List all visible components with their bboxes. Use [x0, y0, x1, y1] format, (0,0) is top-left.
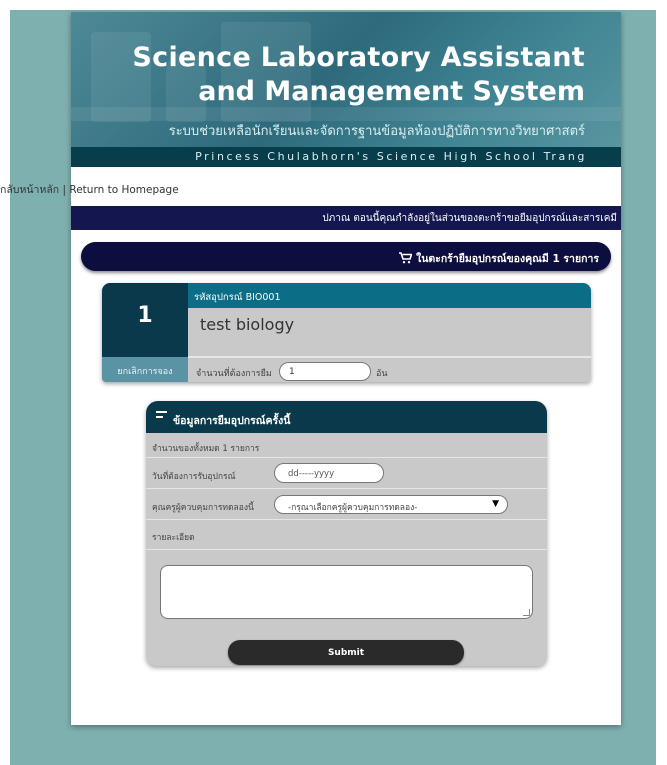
school-bar: Princess Chulabhorn's Science High Schoo… — [71, 147, 621, 167]
cancel-reservation-button[interactable]: ยกเลิกการจอง — [102, 357, 188, 382]
divider — [188, 356, 591, 358]
item-index-box: 1 — [102, 283, 188, 357]
quantity-input[interactable] — [279, 362, 371, 381]
school-name: Princess Chulabhorn's Science High Schoo… — [195, 150, 587, 163]
home-link-thai[interactable]: กลับหน้าหลัก — [0, 184, 59, 196]
chevron-down-icon: ▼ — [492, 499, 499, 509]
main-panel: Science Laboratory Assistant and Managem… — [0, 12, 621, 725]
page-title-line1: Science Laboratory Assistant — [132, 42, 585, 73]
item-name: test biology — [200, 315, 295, 334]
page-subtitle-thai: ระบบช่วยเหลือนักเรียนและจัดการฐานข้อมูลห… — [168, 124, 585, 139]
submit-row: Submit — [146, 625, 547, 666]
breadcrumb-separator: | — [59, 184, 70, 196]
page-title-line2: and Management System — [198, 76, 585, 107]
item-index: 1 — [137, 303, 153, 328]
cart-summary-content: ในตะกร้ายืมอุปกรณ์ของคุณมี 1 รายการ — [399, 250, 599, 267]
banner-decoration — [71, 107, 621, 121]
teacher-selected-value: -กรุณาเลือกครูผู้ควบคุมการทดลอง- — [288, 503, 418, 513]
detail-label: รายละเอียด — [152, 533, 195, 543]
cart-summary: ในตะกร้ายืมอุปกรณ์ของคุณมี 1 รายการ — [81, 242, 611, 271]
total-row: จำนวนของทั้งหมด 1 รายการ — [146, 433, 547, 458]
borrow-info-title: ข้อมูลการยืมอุปกรณ์ครั้งนี้ — [173, 415, 291, 427]
item-code-bar: รหัสอุปกรณ์ BIO001 — [188, 283, 591, 308]
detail-row: รายละเอียด — [146, 520, 547, 550]
teacher-label: คุณครูผู้ควบคุมการทดลองนี้ — [152, 503, 254, 513]
resize-handle-icon[interactable] — [523, 609, 530, 616]
total-items-text: จำนวนของทั้งหมด 1 รายการ — [152, 444, 260, 454]
cart-summary-text: ในตะกร้ายืมอุปกรณ์ของคุณมี 1 รายการ — [416, 253, 599, 265]
quantity-label: จำนวนที่ต้องการยืม — [196, 369, 272, 379]
borrow-info-card: ข้อมูลการยืมอุปกรณ์ครั้งนี้ จำนวนของทั้ง… — [146, 401, 547, 666]
teacher-select[interactable]: -กรุณาเลือกครูผู้ควบคุมการทดลอง- ▼ — [274, 495, 508, 514]
pickup-date-label: วันที่ต้องการรับอุปกรณ์ — [152, 472, 236, 482]
notice-bar: ปภาณ ตอนนี้คุณกำลังอยู่ในส่วนของตะกร้าขอ… — [71, 206, 621, 230]
teacher-row: คุณครูผู้ควบคุมการทดลองนี้ -กรุณาเลือกคร… — [146, 489, 547, 520]
quantity-unit: อัน — [376, 369, 388, 379]
notice-text: ปภาณ ตอนนี้คุณกำลังอยู่ในส่วนของตะกร้าขอ… — [322, 213, 617, 224]
date-row: วันที่ต้องการรับอุปกรณ์ dd-----yyyy — [146, 458, 547, 489]
submit-button[interactable]: Submit — [228, 640, 464, 665]
breadcrumb: กลับหน้าหลัก | Return to Homepage — [0, 181, 179, 198]
header-banner: Science Laboratory Assistant and Managem… — [71, 12, 621, 167]
borrow-info-header: ข้อมูลการยืมอุปกรณ์ครั้งนี้ — [146, 401, 547, 433]
menu-icon — [156, 411, 167, 421]
cart-icon — [399, 252, 413, 267]
home-link-english[interactable]: Return to Homepage — [69, 184, 178, 196]
cart-item-card: 1 ยกเลิกการจอง รหัสอุปกรณ์ BIO001 test b… — [102, 283, 591, 382]
item-code: รหัสอุปกรณ์ BIO001 — [194, 292, 281, 303]
pickup-date-input[interactable]: dd-----yyyy — [274, 463, 384, 483]
detail-textarea[interactable] — [160, 565, 533, 619]
